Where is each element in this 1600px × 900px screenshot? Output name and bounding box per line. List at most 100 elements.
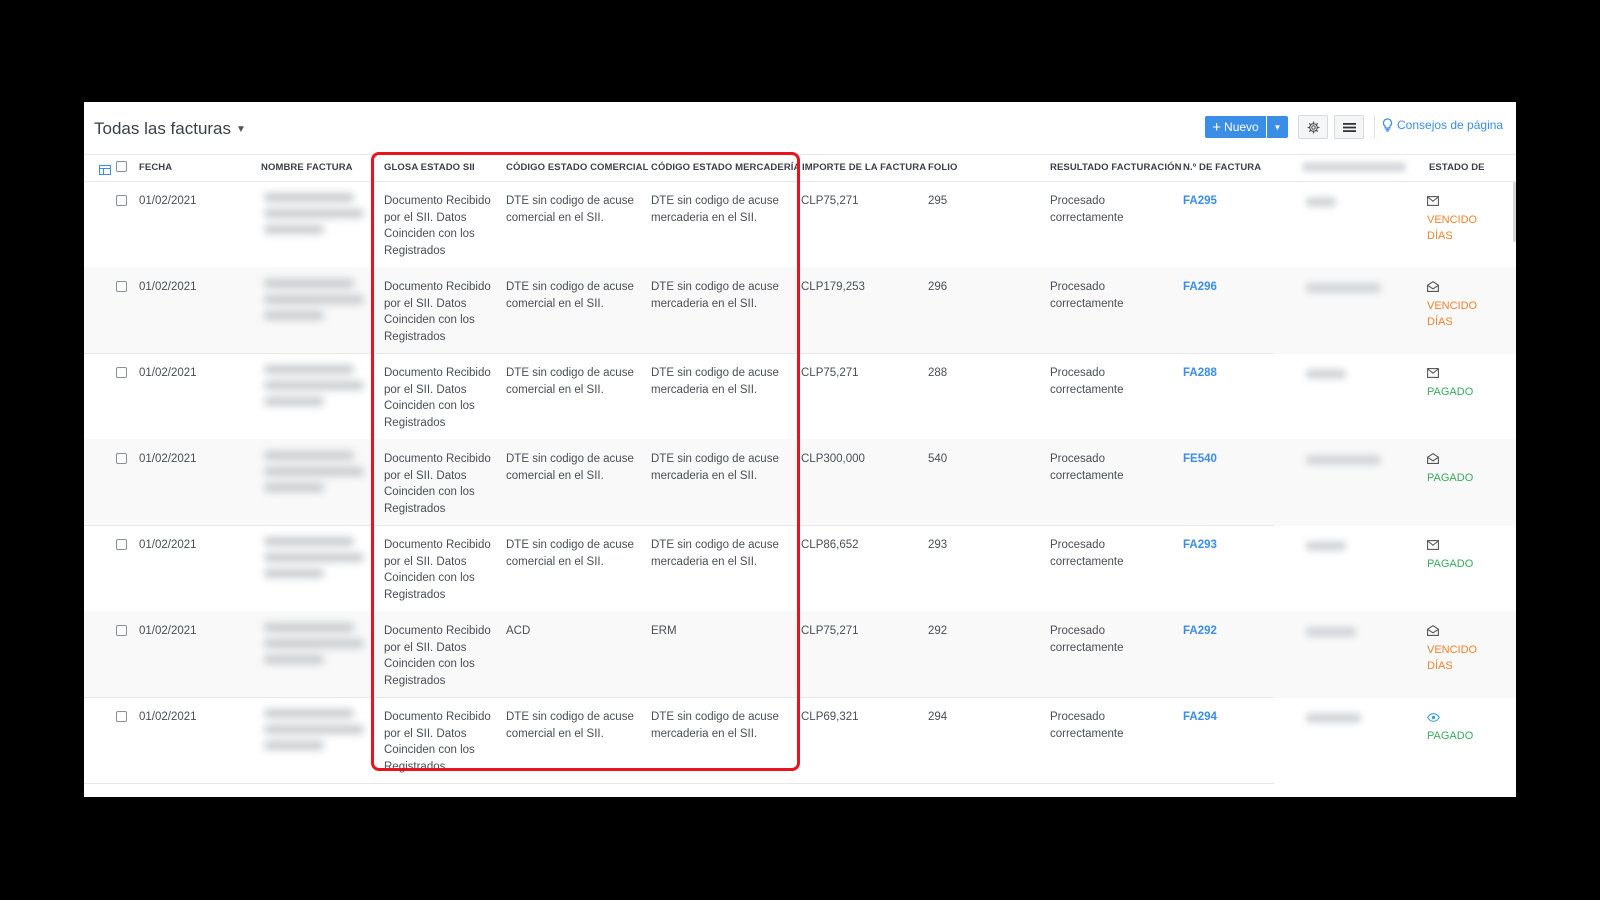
invoice-number-link[interactable]: FE540 bbox=[1183, 451, 1217, 468]
column-header-importe[interactable]: IMPORTE DE LA FACTURA bbox=[802, 162, 926, 173]
row-checkbox[interactable] bbox=[116, 195, 127, 206]
row-checkbox[interactable] bbox=[116, 539, 127, 550]
settings-button[interactable] bbox=[1298, 115, 1328, 139]
invoice-number-link[interactable]: FA294 bbox=[1183, 709, 1217, 726]
cell-fecha: 01/02/2021 bbox=[139, 711, 197, 723]
mail-open-icon bbox=[1427, 453, 1439, 470]
cell-comercial: DTE sin codigo de acuse comercial en el … bbox=[506, 281, 634, 310]
cell-mercaderia: DTE sin codigo de acuse mercaderia en el… bbox=[651, 539, 779, 568]
column-header-fecha[interactable]: FECHA bbox=[139, 162, 172, 173]
invoice-number-link[interactable]: FA295 bbox=[1183, 193, 1217, 210]
lightbulb-icon bbox=[1382, 118, 1393, 132]
invoice-number-link[interactable]: FA293 bbox=[1183, 537, 1217, 554]
list-view-button[interactable] bbox=[1334, 115, 1364, 139]
table-columns-icon bbox=[99, 165, 111, 175]
cell-comercial: DTE sin codigo de acuse comercial en el … bbox=[506, 539, 634, 568]
cell-redacted bbox=[1306, 197, 1336, 207]
cell-fecha: 01/02/2021 bbox=[139, 453, 197, 465]
cell-mercaderia: ERM bbox=[651, 625, 677, 637]
row-divider bbox=[84, 783, 1274, 784]
cell-mercaderia: DTE sin codigo de acuse mercaderia en el… bbox=[651, 195, 779, 224]
cell-nombre-redacted bbox=[264, 537, 364, 585]
new-dropdown-button[interactable]: ▼ bbox=[1267, 116, 1288, 138]
row-checkbox[interactable] bbox=[116, 625, 127, 636]
cell-resultado: Procesado correctamente bbox=[1050, 539, 1124, 568]
new-button-label: Nuevo bbox=[1224, 120, 1259, 134]
cell-nombre-redacted bbox=[264, 451, 364, 499]
cell-redacted bbox=[1306, 369, 1346, 379]
status-badge: PAGADO bbox=[1427, 451, 1487, 486]
cell-redacted bbox=[1306, 713, 1361, 723]
cell-importe: CLP86,652 bbox=[801, 539, 859, 551]
status-badge: PAGADO bbox=[1427, 709, 1487, 744]
cell-nombre-redacted bbox=[264, 623, 364, 671]
page-tips-label: Consejos de página bbox=[1397, 118, 1504, 132]
status-badge: PAGADO bbox=[1427, 537, 1487, 572]
cell-comercial: ACD bbox=[506, 625, 531, 637]
cell-glosa: Documento Recibido por el SII. Datos Coi… bbox=[384, 281, 491, 343]
cell-redacted bbox=[1306, 541, 1346, 551]
column-header-mercaderia[interactable]: CÓDIGO ESTADO MERCADERÍA bbox=[651, 162, 800, 173]
cell-folio: 295 bbox=[928, 195, 948, 207]
cell-resultado: Procesado correctamente bbox=[1050, 281, 1124, 310]
column-header-nombre[interactable]: NOMBRE FACTURA bbox=[261, 162, 353, 173]
table-row[interactable]: 01/02/2021 Documento Recibido por el SII… bbox=[84, 267, 1516, 354]
table-row[interactable]: 01/02/2021 Documento Recibido por el SII… bbox=[84, 181, 1516, 268]
status-badge: VENCIDO DÍAS bbox=[1427, 623, 1487, 675]
mail-open-icon bbox=[1427, 625, 1439, 642]
column-header-resultado[interactable]: RESULTADO FACTURACIÓN bbox=[1050, 162, 1182, 173]
row-checkbox[interactable] bbox=[116, 453, 127, 464]
table-row[interactable]: 01/02/2021 Documento Recibido por el SII… bbox=[84, 611, 1516, 698]
cell-redacted bbox=[1306, 627, 1356, 637]
column-header-glosa[interactable]: GLOSA ESTADO SII bbox=[384, 162, 475, 173]
table-row[interactable]: 01/02/2021 Documento Recibido por el SII… bbox=[84, 525, 1516, 612]
mail-closed-icon bbox=[1427, 367, 1439, 384]
table-row[interactable]: 01/02/2021 Documento Recibido por el SII… bbox=[84, 697, 1516, 784]
invoice-number-link[interactable]: FA292 bbox=[1183, 623, 1217, 640]
cell-glosa: Documento Recibido por el SII. Datos Coi… bbox=[384, 195, 491, 257]
cell-nombre-redacted bbox=[264, 709, 364, 757]
row-checkbox[interactable] bbox=[116, 367, 127, 378]
column-header-numero[interactable]: N.º DE FACTURA bbox=[1183, 162, 1261, 173]
eye-icon bbox=[1427, 711, 1440, 728]
column-chooser-button[interactable] bbox=[99, 162, 111, 180]
cell-redacted bbox=[1306, 283, 1381, 293]
row-checkbox[interactable] bbox=[116, 281, 127, 292]
cell-folio: 540 bbox=[928, 453, 948, 465]
cell-comercial: DTE sin codigo de acuse comercial en el … bbox=[506, 711, 634, 740]
cell-folio: 293 bbox=[928, 539, 948, 551]
caret-down-icon: ▼ bbox=[1273, 122, 1282, 132]
invoice-number-link[interactable]: FA296 bbox=[1183, 279, 1217, 296]
divider bbox=[1374, 116, 1375, 138]
column-header-folio[interactable]: FOLIO bbox=[928, 162, 958, 173]
cell-importe: CLP69,321 bbox=[801, 711, 859, 723]
status-badge: VENCIDO DÍAS bbox=[1427, 279, 1487, 331]
page-header: Todas las facturas ▼ + Nuevo ▼ Consejos … bbox=[84, 102, 1516, 154]
cell-resultado: Procesado correctamente bbox=[1050, 367, 1124, 396]
table-row[interactable]: 01/02/2021 Documento Recibido por el SII… bbox=[84, 353, 1516, 440]
cell-redacted bbox=[1306, 455, 1381, 465]
column-header-redacted bbox=[1302, 162, 1406, 172]
invoice-number-link[interactable]: FA288 bbox=[1183, 365, 1217, 382]
cell-mercaderia: DTE sin codigo de acuse mercaderia en el… bbox=[651, 367, 779, 396]
cell-comercial: DTE sin codigo de acuse comercial en el … bbox=[506, 453, 634, 482]
cell-importe: CLP300,000 bbox=[801, 453, 865, 465]
cell-glosa: Documento Recibido por el SII. Datos Coi… bbox=[384, 539, 491, 601]
select-all-checkbox[interactable] bbox=[116, 161, 127, 172]
table-row[interactable]: 01/02/2021 Documento Recibido por el SII… bbox=[84, 439, 1516, 526]
cell-nombre-redacted bbox=[264, 193, 364, 241]
page-title: Todas las facturas bbox=[94, 119, 232, 138]
cell-resultado: Procesado correctamente bbox=[1050, 625, 1124, 654]
column-header-estado[interactable]: ESTADO DE bbox=[1429, 162, 1485, 173]
status-badge: PAGADO bbox=[1427, 365, 1487, 400]
vertical-scrollbar[interactable] bbox=[1513, 182, 1516, 242]
page-tips-link[interactable]: Consejos de página bbox=[1382, 118, 1503, 132]
column-header-comercial[interactable]: CÓDIGO ESTADO COMERCIAL bbox=[506, 162, 649, 173]
cell-fecha: 01/02/2021 bbox=[139, 625, 197, 637]
new-button[interactable]: + Nuevo bbox=[1205, 116, 1266, 138]
row-checkbox[interactable] bbox=[116, 711, 127, 722]
cell-fecha: 01/02/2021 bbox=[139, 367, 197, 379]
invoices-app: Todas las facturas ▼ + Nuevo ▼ Consejos … bbox=[84, 102, 1516, 797]
view-selector[interactable]: Todas las facturas ▼ bbox=[94, 119, 246, 139]
cell-glosa: Documento Recibido por el SII. Datos Coi… bbox=[384, 367, 491, 429]
